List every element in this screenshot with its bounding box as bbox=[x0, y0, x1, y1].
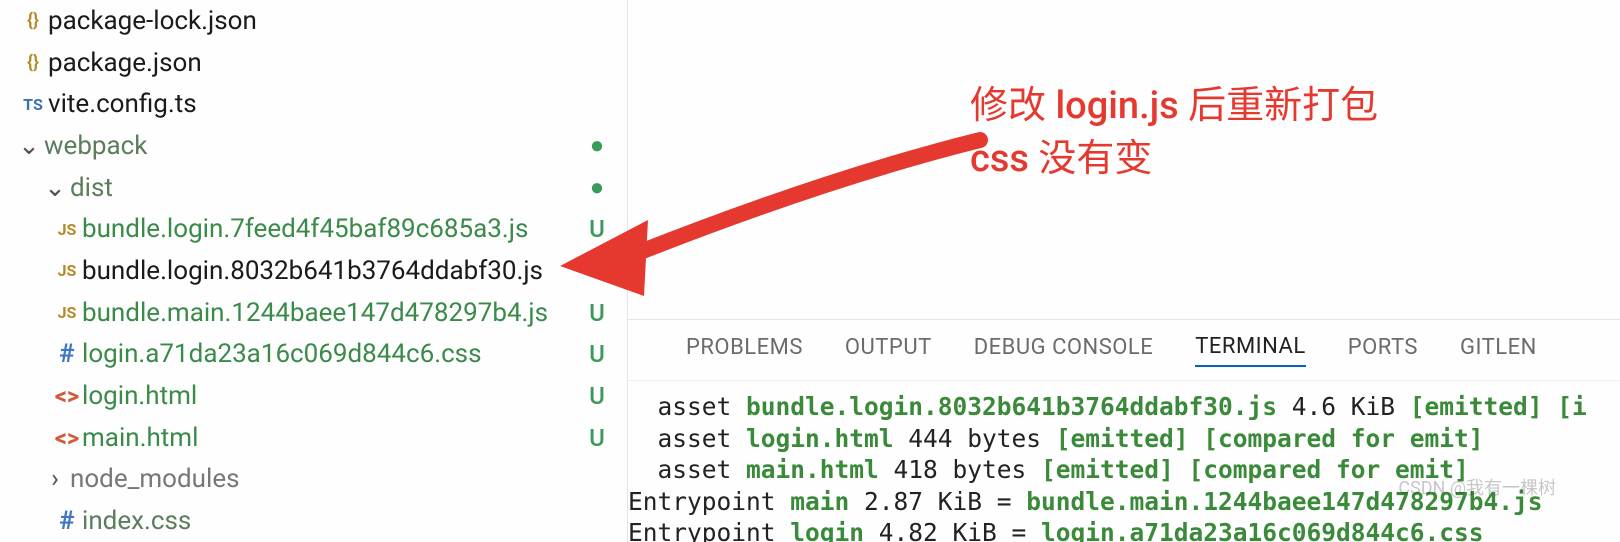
file-name-label: node_modules bbox=[70, 464, 627, 494]
chevron-right-icon[interactable]: › bbox=[40, 464, 70, 494]
file-name-label: index.css bbox=[82, 506, 627, 536]
terminal-output[interactable]: asset bundle.login.8032b641b3764ddabf30.… bbox=[628, 381, 1620, 542]
panel-tabs: PROBLEMS OUTPUT DEBUG CONSOLE TERMINAL PORTS… bbox=[628, 320, 1620, 381]
file-type-icon: <> bbox=[52, 382, 82, 410]
chevron-down-icon[interactable]: ⌄ bbox=[14, 131, 44, 161]
panel-tab-problems[interactable]: PROBLEMS bbox=[686, 335, 803, 366]
annotation-arrow bbox=[560, 120, 1000, 320]
file-type-icon: # bbox=[52, 339, 82, 369]
file-explorer: {}package-lock.json{}package.jsonTSvite.… bbox=[0, 0, 628, 542]
file-name-label: bundle.login.7feed4f45baf89c685a3.js bbox=[82, 214, 627, 244]
file-tree-item[interactable]: {}package-lock.json bbox=[0, 0, 627, 42]
panel-tab-terminal[interactable]: TERMINAL bbox=[1195, 334, 1305, 367]
panel-tab-gitlen[interactable]: GITLEN bbox=[1460, 335, 1537, 366]
file-type-icon: {} bbox=[18, 10, 48, 31]
annotation-line-2: css 没有变 bbox=[970, 133, 1378, 186]
entrypoint-name: main bbox=[790, 487, 849, 516]
file-name-label: bundle.main.1244baee147d478297b4.js bbox=[82, 298, 627, 328]
entrypoint-name: login bbox=[790, 518, 864, 542]
file-name-label: bundle.login.8032b641b3764ddabf30.js bbox=[82, 256, 627, 286]
git-status-badge: U bbox=[585, 382, 609, 410]
file-tree-item[interactable]: ⌄webpack● bbox=[0, 125, 627, 167]
file-name-label: webpack bbox=[44, 131, 627, 161]
file-name-label: login.a71da23a16c069d844c6.css bbox=[82, 339, 627, 369]
panel-tab-debug-console[interactable]: DEBUG CONSOLE bbox=[974, 335, 1154, 366]
asset-tags: [emitted] [compared for emit] bbox=[1056, 424, 1484, 453]
file-tree-item[interactable]: JSbundle.main.1244baee147d478297b4.jsU bbox=[0, 292, 627, 334]
terminal-line: Entrypoint login 4.82 KiB = login.a71da2… bbox=[628, 517, 1620, 542]
terminal-line: asset bundle.login.8032b641b3764ddabf30.… bbox=[628, 391, 1620, 422]
chevron-down-icon[interactable]: ⌄ bbox=[40, 173, 70, 203]
file-tree-item[interactable]: ›node_modules bbox=[0, 459, 627, 501]
file-tree-item[interactable]: #index.css bbox=[0, 500, 627, 542]
file-tree-item[interactable]: JSbundle.login.7feed4f45baf89c685a3.jsU bbox=[0, 208, 627, 250]
asset-file: login.html bbox=[746, 424, 894, 453]
file-type-icon: JS bbox=[52, 261, 82, 280]
git-status-badge: U bbox=[585, 424, 609, 452]
asset-file: login.a71da23a16c069d844c6.css bbox=[1041, 518, 1484, 542]
git-status-badge: U bbox=[585, 340, 609, 368]
file-type-icon: JS bbox=[52, 220, 82, 239]
terminal-line: asset login.html 444 bytes [emitted] [co… bbox=[628, 423, 1620, 454]
file-name-label: dist bbox=[70, 173, 627, 203]
file-name-label: login.html bbox=[82, 381, 627, 411]
watermark: CSDN @我有一棵树 bbox=[1398, 474, 1556, 500]
asset-tags: [emitted] [i bbox=[1410, 392, 1587, 421]
file-name-label: package.json bbox=[48, 48, 627, 78]
file-tree-item[interactable]: ⌄dist● bbox=[0, 167, 627, 209]
file-name-label: vite.config.ts bbox=[48, 89, 627, 119]
file-tree-item[interactable]: <>main.htmlU bbox=[0, 417, 627, 459]
file-tree-item[interactable]: #login.a71da23a16c069d844c6.cssU bbox=[0, 334, 627, 376]
file-tree-item[interactable]: TSvite.config.ts bbox=[0, 83, 627, 125]
file-type-icon: <> bbox=[52, 424, 82, 452]
file-type-icon: TS bbox=[18, 95, 48, 114]
asset-file: bundle.login.8032b641b3764ddabf30.js bbox=[746, 392, 1277, 421]
annotation-text: 修改 login.js 后重新打包 css 没有变 bbox=[970, 80, 1378, 186]
panel-tab-ports[interactable]: PORTS bbox=[1348, 335, 1418, 366]
panel-tab-output[interactable]: OUTPUT bbox=[845, 335, 932, 366]
asset-file: main.html bbox=[746, 455, 879, 484]
file-tree-item[interactable]: <>login.htmlU bbox=[0, 375, 627, 417]
file-name-label: main.html bbox=[82, 423, 627, 453]
file-type-icon: # bbox=[52, 506, 82, 536]
file-name-label: package-lock.json bbox=[48, 6, 627, 36]
file-type-icon: {} bbox=[18, 52, 48, 73]
annotation-line-1: 修改 login.js 后重新打包 bbox=[970, 80, 1378, 133]
file-tree-item[interactable]: {}package.json bbox=[0, 42, 627, 84]
file-tree-item[interactable]: JSbundle.login.8032b641b3764ddabf30.js bbox=[0, 250, 627, 292]
file-type-icon: JS bbox=[52, 303, 82, 322]
